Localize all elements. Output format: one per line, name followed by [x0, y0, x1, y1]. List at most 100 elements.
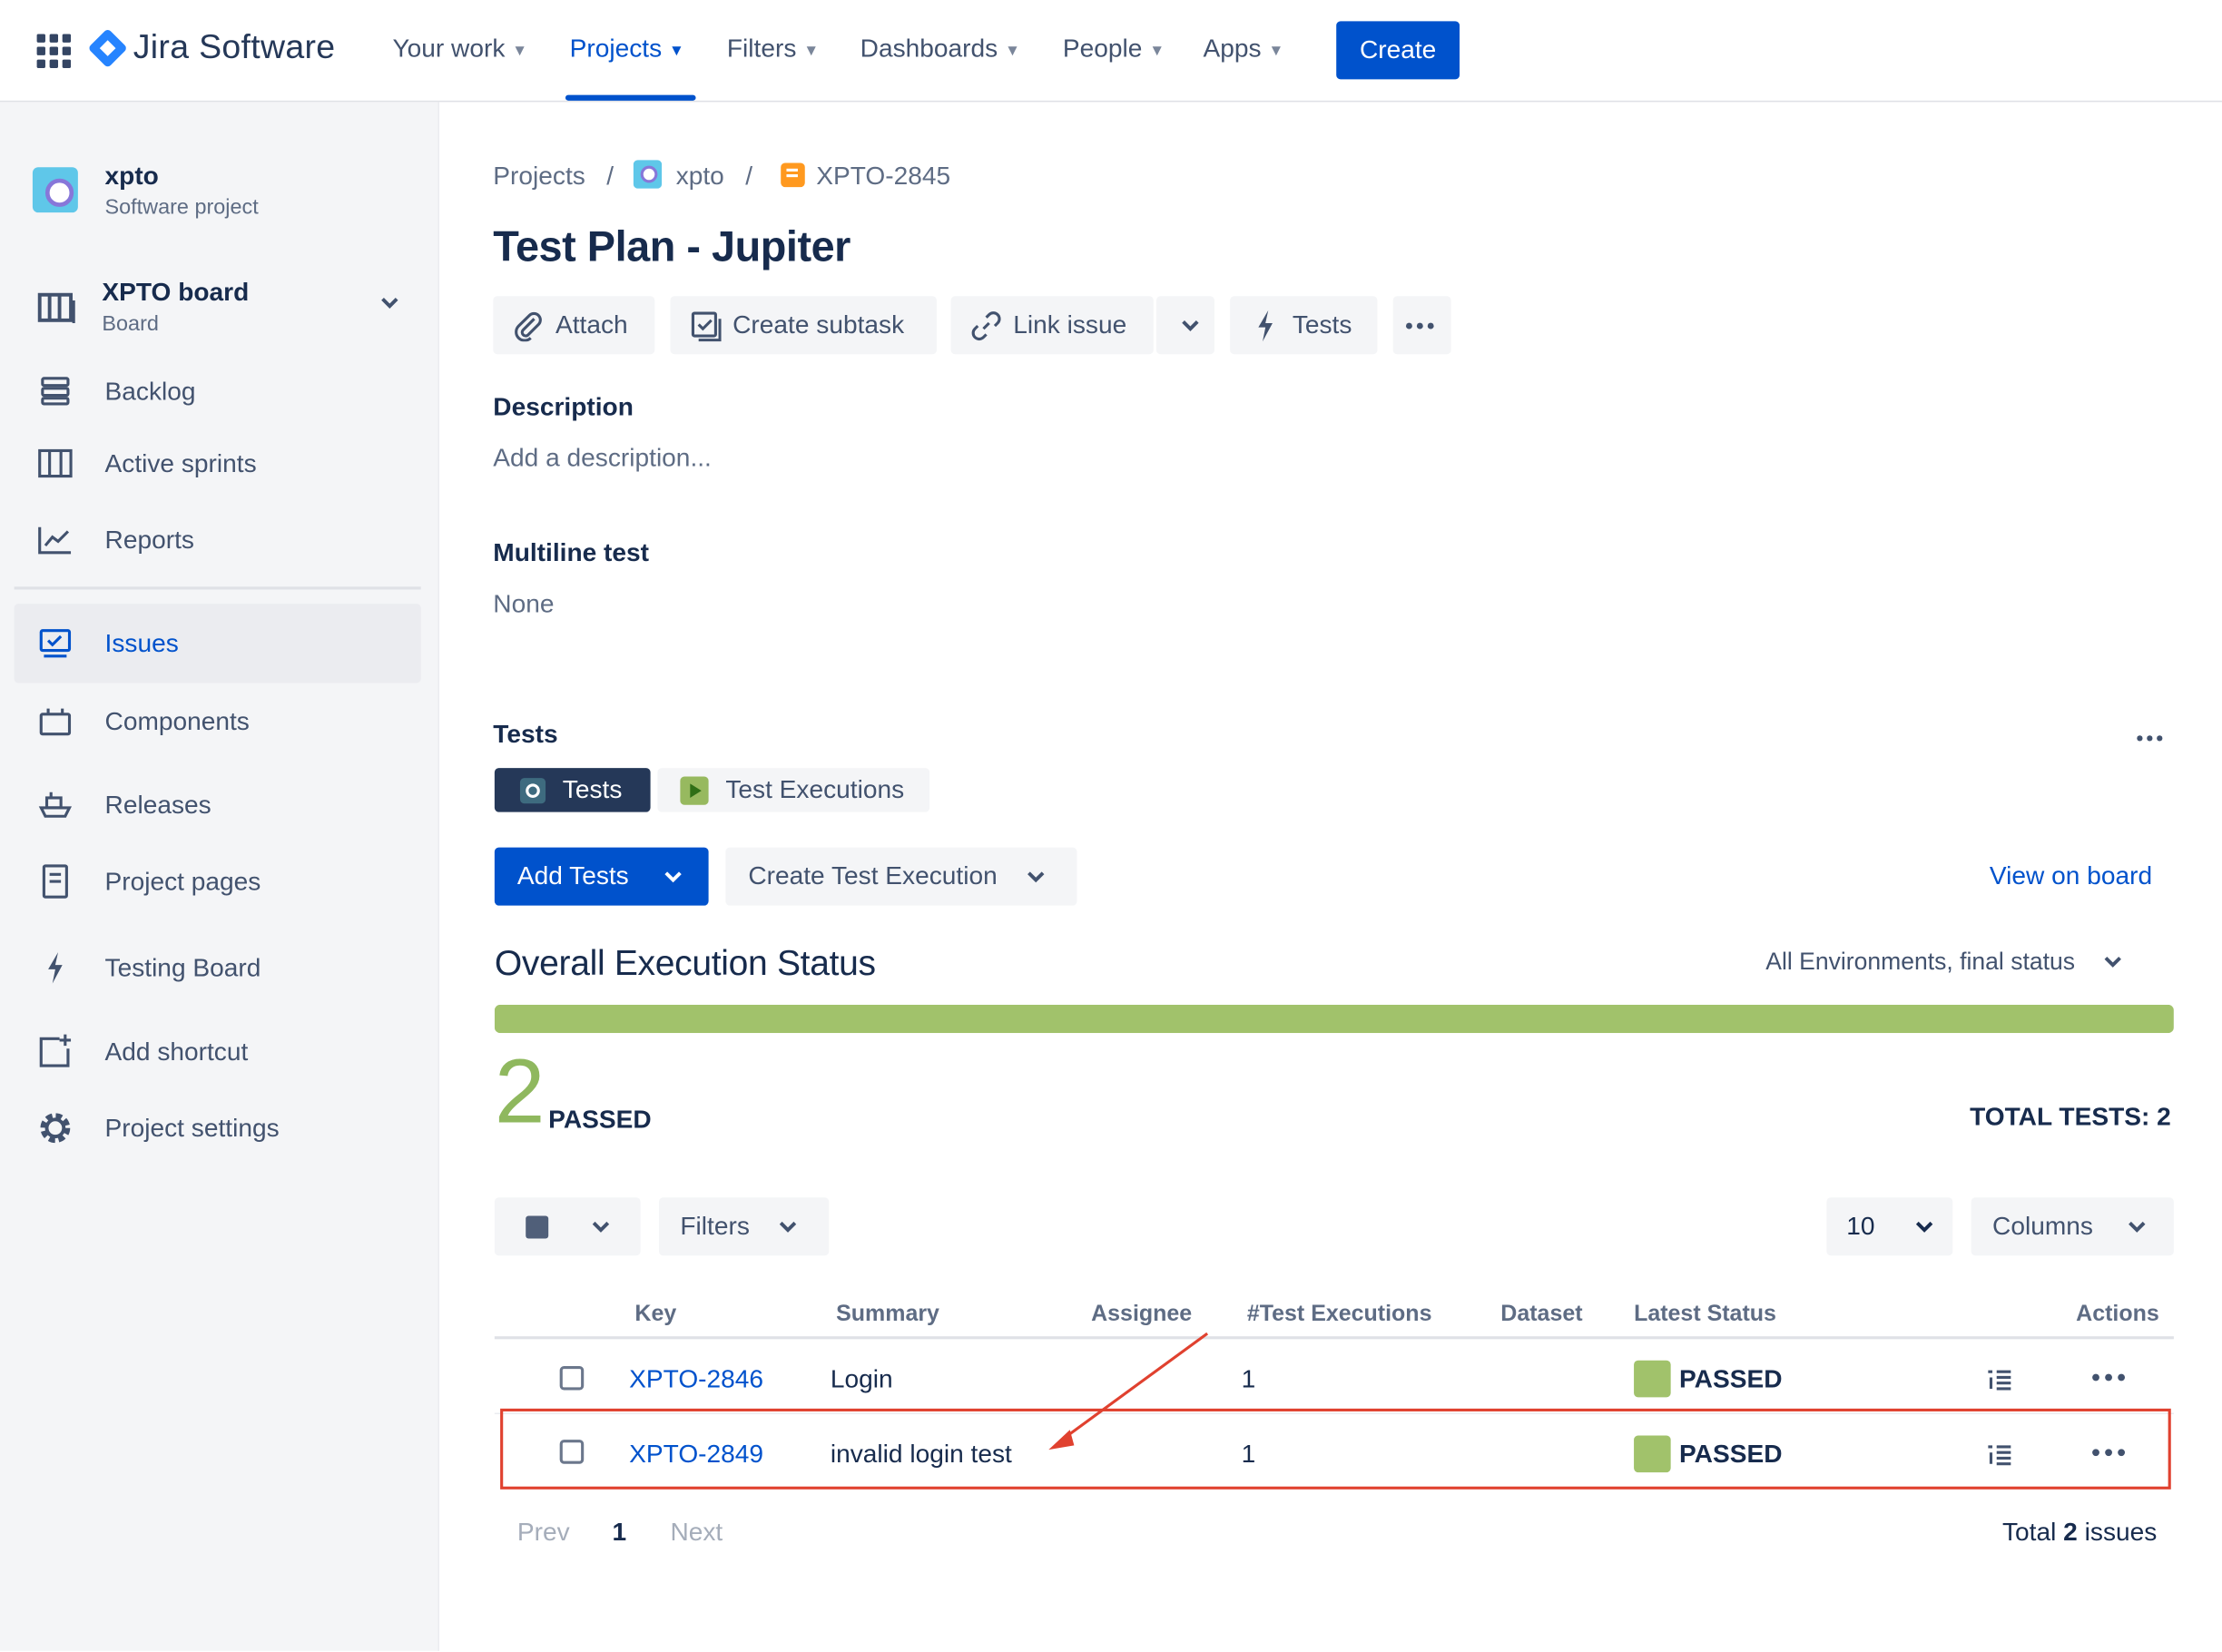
column-header-assignee[interactable]: Assignee: [1091, 1303, 1192, 1328]
chevron-down-icon: ▼: [1004, 42, 1020, 59]
pagination-prev[interactable]: Prev: [517, 1518, 570, 1548]
sidebar-item-label: Add shortcut: [104, 1037, 249, 1066]
page-size-select[interactable]: 10: [1826, 1197, 1953, 1256]
total-tests: TOTAL TESTS: 2: [1970, 1102, 2171, 1131]
passed-label: PASSED: [548, 1105, 652, 1134]
column-header-test-executions[interactable]: #Test Executions: [1247, 1303, 1432, 1328]
sidebar-item-releases[interactable]: Releases: [15, 765, 421, 844]
app-switcher-icon[interactable]: [36, 34, 72, 68]
project-avatar-icon: [633, 160, 663, 189]
backlog-icon: [37, 373, 74, 410]
column-header-summary[interactable]: Summary: [836, 1303, 939, 1328]
sidebar-item-label: Project pages: [104, 866, 261, 895]
board-title[interactable]: XPTO board: [102, 278, 249, 308]
releases-icon: [37, 786, 74, 823]
nav-your-work[interactable]: Your work ▼: [392, 34, 527, 64]
issue-title[interactable]: Test Plan - Jupiter: [493, 224, 850, 272]
tests-section-title: Tests: [493, 720, 558, 749]
chevron-down-icon[interactable]: [379, 292, 399, 315]
issues-icon: [37, 624, 74, 662]
nav-projects[interactable]: Projects ▼: [570, 34, 684, 64]
tab-tests[interactable]: Tests: [494, 768, 651, 812]
breadcrumb-project[interactable]: xpto: [676, 162, 724, 192]
pagination-current-page[interactable]: 1: [612, 1518, 626, 1548]
pages-icon: [37, 863, 74, 900]
total-count: 2: [2063, 1518, 2078, 1547]
project-type: Software project: [104, 195, 259, 220]
attach-button[interactable]: Attach: [493, 296, 655, 355]
table-header-divider: [494, 1336, 2174, 1340]
link-issue-dropdown[interactable]: [1155, 296, 1214, 355]
sidebar-item-label: Active sprints: [104, 448, 257, 477]
breadcrumb-issue-key[interactable]: XPTO-2845: [816, 162, 950, 192]
product-name: Jira Software: [133, 28, 336, 67]
create-test-execution-button[interactable]: Create Test Execution: [725, 847, 1077, 906]
pagination-next[interactable]: Next: [670, 1518, 723, 1548]
test-key-link[interactable]: XPTO-2846: [629, 1364, 763, 1394]
multiline-test-value[interactable]: None: [493, 589, 554, 619]
sidebar-item-testing-board[interactable]: Testing Board: [15, 929, 421, 1008]
description-field[interactable]: Add a description...: [493, 444, 712, 474]
nav-filters[interactable]: Filters ▼: [727, 34, 819, 64]
test-execution-count: 1: [1241, 1364, 1256, 1393]
execution-status-bar[interactable]: [494, 1004, 2174, 1034]
add-tests-button[interactable]: Add Tests: [494, 847, 709, 906]
top-navigation: Jira Software Your work ▼ Projects ▼ Filte…: [0, 0, 2222, 103]
column-header-dataset[interactable]: Dataset: [1500, 1303, 1582, 1328]
active-nav-indicator: [565, 94, 696, 101]
column-header-key[interactable]: Key: [634, 1303, 676, 1328]
test-plan-issue-icon: [781, 162, 805, 188]
filters-dropdown[interactable]: Filters: [658, 1197, 830, 1256]
tests-section-more-icon[interactable]: [2136, 720, 2164, 750]
attach-label: Attach: [555, 310, 628, 339]
more-icon: [1404, 310, 1435, 340]
view-on-board-link[interactable]: View on board: [1990, 861, 2152, 891]
row-more-icon[interactable]: [2090, 1361, 2128, 1391]
sidebar-item-active-sprints[interactable]: Active sprints: [15, 424, 421, 503]
sidebar-item-add-shortcut[interactable]: Add shortcut: [15, 1012, 421, 1091]
nav-dashboards[interactable]: Dashboards ▼: [860, 34, 1020, 64]
nav-people[interactable]: People ▼: [1063, 34, 1165, 64]
execution-details-icon[interactable]: [1987, 1369, 2012, 1391]
create-button[interactable]: Create: [1336, 21, 1460, 80]
breadcrumb-separator: /: [745, 161, 753, 191]
sidebar-item-components[interactable]: Components: [15, 682, 421, 761]
breadcrumb-projects[interactable]: Projects: [493, 162, 585, 192]
more-actions-button[interactable]: [1392, 296, 1451, 355]
annotation-highlight-box: [500, 1408, 2171, 1490]
sidebar-item-project-pages[interactable]: Project pages: [15, 841, 421, 920]
create-subtask-button[interactable]: Create subtask: [670, 296, 937, 355]
sidebar-item-label: Backlog: [104, 376, 196, 405]
sidebar-item-project-settings[interactable]: Project settings: [15, 1088, 421, 1167]
column-header-latest-status[interactable]: Latest Status: [1634, 1303, 1776, 1328]
annotation-arrow: [1048, 1332, 1209, 1450]
tests-button[interactable]: Tests: [1230, 296, 1378, 355]
row-checkbox[interactable]: [559, 1365, 585, 1391]
jira-logo[interactable]: Jira Software: [87, 28, 336, 69]
chevron-down-icon: [2103, 948, 2123, 976]
chevron-down-icon: ▼: [512, 42, 528, 59]
tab-test-executions[interactable]: Test Executions: [657, 768, 930, 812]
columns-dropdown[interactable]: Columns: [1971, 1197, 2174, 1256]
tests-label: Tests: [1292, 310, 1352, 339]
project-sidebar: xpto Software project XPTO board Board B…: [0, 102, 439, 1651]
sidebar-item-issues[interactable]: Issues: [14, 604, 421, 683]
link-issue-label: Link issue: [1013, 310, 1127, 339]
board-subtitle: Board: [102, 311, 159, 337]
lightning-icon: [37, 949, 74, 987]
total-issues: Total 2 issues: [2002, 1518, 2157, 1548]
chevron-down-icon: ▼: [1268, 42, 1284, 59]
chevron-down-icon: [663, 861, 683, 891]
nav-apps[interactable]: Apps ▼: [1203, 34, 1283, 64]
sidebar-item-reports[interactable]: Reports: [15, 500, 421, 579]
environment-filter-dropdown[interactable]: All Environments, final status: [1765, 948, 2123, 976]
sidebar-item-label: Components: [104, 706, 250, 735]
sidebar-item-backlog[interactable]: Backlog: [15, 351, 421, 430]
project-avatar[interactable]: [32, 167, 78, 213]
bulk-select-dropdown[interactable]: [494, 1197, 641, 1256]
multiline-test-label: Multiline test: [493, 538, 650, 567]
link-issue-button[interactable]: Link issue: [950, 296, 1154, 355]
project-name[interactable]: xpto: [105, 162, 159, 192]
sidebar-item-label: Testing Board: [104, 952, 261, 982]
lightning-icon: [1250, 310, 1281, 341]
